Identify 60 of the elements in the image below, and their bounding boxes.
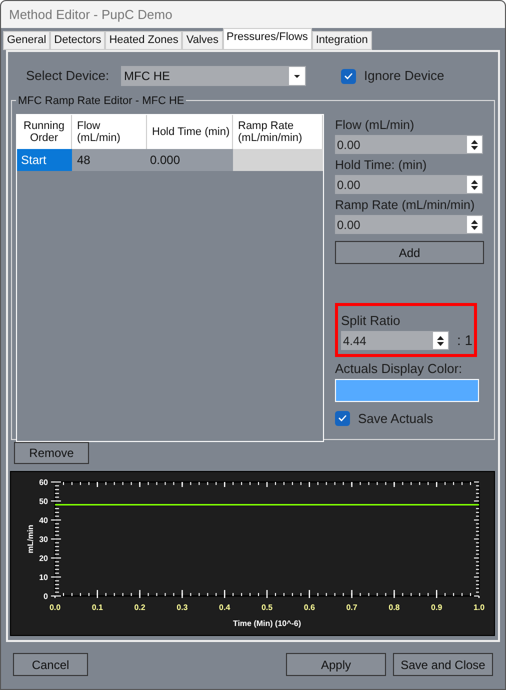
- ratio-suffix: : 1: [457, 331, 473, 350]
- y-tick-label: 40: [39, 516, 48, 525]
- spin-arrows-icon[interactable]: [433, 332, 448, 349]
- checkmark-icon: [344, 72, 353, 80]
- save-actuals-label: Save Actuals: [358, 410, 434, 428]
- split-ratio-field[interactable]: 4.44: [341, 331, 449, 350]
- x-tick-label: 0.5: [261, 603, 273, 612]
- x-tick-label: 0.6: [304, 603, 315, 612]
- x-tick-label: 0.1: [92, 603, 103, 612]
- select-device-label: Select Device:: [26, 67, 110, 86]
- field-label: Ramp Rate (mL/min/min): [335, 197, 476, 214]
- remove-button[interactable]: Remove: [14, 442, 89, 464]
- dialog-button[interactable]: Apply: [286, 653, 386, 676]
- y-tick-label: 0: [44, 592, 48, 601]
- tab[interactable]: General: [3, 31, 50, 50]
- dialog-button[interactable]: Save and Close: [393, 653, 493, 676]
- dropdown-caret-icon[interactable]: [289, 67, 305, 85]
- x-tick-label: 0.4: [219, 603, 230, 612]
- tab[interactable]: Valves: [182, 31, 223, 50]
- color-swatch[interactable]: [335, 378, 479, 402]
- dialog-button[interactable]: Cancel: [13, 653, 88, 676]
- number-field[interactable]: 0.00: [335, 175, 483, 194]
- x-axis-title: Time (Min) (10^-6): [232, 619, 302, 628]
- device-dropdown[interactable]: MFC HE: [121, 66, 306, 86]
- y-tick-label: 50: [39, 497, 48, 506]
- table-cell: 48: [72, 149, 147, 171]
- x-tick-label: 0.7: [346, 603, 358, 612]
- tab[interactable]: Heated Zones: [105, 31, 182, 50]
- table-cell: 0.000: [147, 149, 233, 171]
- x-tick-label: 1.0: [473, 603, 485, 612]
- x-tick-label: 0.8: [388, 603, 400, 612]
- field-label: Flow (mL/min): [335, 117, 416, 134]
- tab[interactable]: Detectors: [50, 31, 106, 50]
- y-tick-label: 30: [39, 535, 48, 544]
- spin-arrows-icon[interactable]: [467, 216, 482, 233]
- table-cell[interactable]: Start: [17, 149, 72, 171]
- spin-arrows-icon[interactable]: [467, 136, 482, 153]
- x-tick-label: 0.2: [134, 603, 146, 612]
- number-field[interactable]: 0.00: [335, 135, 483, 154]
- checkmark-icon: [338, 414, 347, 422]
- group-title: MFC Ramp Rate Editor - MFC HE: [16, 93, 186, 110]
- x-tick-label: 0.9: [431, 603, 442, 612]
- ignore-device-label: Ignore Device: [364, 67, 444, 86]
- x-tick-label: 0.0: [49, 603, 61, 612]
- number-field[interactable]: 0.00: [335, 215, 483, 234]
- y-tick-label: 60: [39, 478, 48, 487]
- split-ratio-label: Split Ratio: [341, 312, 402, 330]
- save-actuals-checkbox[interactable]: [335, 410, 350, 426]
- add-button[interactable]: Add: [335, 241, 484, 264]
- window-title: Method Editor - PupC Demo: [9, 6, 172, 24]
- y-axis-title: mL/min: [26, 524, 35, 554]
- tab[interactable]: Integration: [312, 31, 372, 50]
- x-tick-label: 0.3: [176, 603, 188, 612]
- field-label: Hold Time: (min): [335, 157, 428, 174]
- actuals-color-label: Actuals Display Color:: [335, 360, 464, 378]
- ignore-device-checkbox[interactable]: [341, 68, 356, 84]
- y-tick-label: 20: [39, 554, 48, 563]
- spin-arrows-icon[interactable]: [467, 176, 482, 193]
- tab[interactable]: Pressures/Flows: [222, 28, 312, 50]
- y-tick-label: 10: [39, 573, 48, 582]
